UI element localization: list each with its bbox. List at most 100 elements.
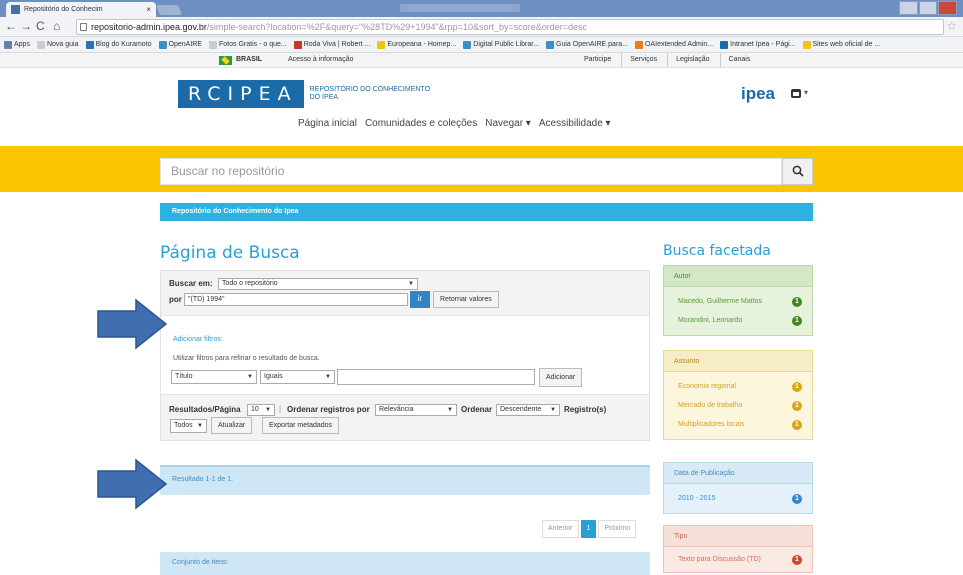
- facet-item[interactable]: Multiplicadores locais 1: [664, 415, 812, 434]
- gov-link-legislacao[interactable]: Legislação: [667, 53, 710, 67]
- add-filter-button[interactable]: Adicionar: [539, 368, 583, 387]
- search-scope-select[interactable]: Todo o repositório ▼: [218, 278, 418, 290]
- add-filters-link[interactable]: Adicionar filtros:: [173, 336, 223, 343]
- facet-group-title: Tipo: [663, 525, 813, 547]
- bookmark-item[interactable]: Apps: [4, 37, 30, 52]
- nav-browse[interactable]: Navegar ▾: [485, 118, 531, 129]
- records-label: Registro(s): [564, 405, 607, 414]
- order-value: Descendente: [500, 406, 542, 413]
- divider: |: [279, 404, 282, 413]
- gov-link-servicos[interactable]: Serviços: [621, 53, 657, 67]
- bookmark-icon: [802, 40, 811, 49]
- bookmark-item[interactable]: Digital Public Librar...: [463, 37, 539, 52]
- facet-item[interactable]: Morandini, Leonardo 1: [664, 311, 812, 330]
- facet-group: Autor Macedo, Guilherme Mattos 1 Morandini,…: [663, 265, 813, 336]
- forward-icon[interactable]: →: [20, 19, 32, 33]
- nav-home[interactable]: Página inicial: [298, 118, 357, 129]
- search-button[interactable]: [782, 158, 813, 185]
- close-window-button[interactable]: [938, 1, 958, 15]
- facet-count-badge: 1: [792, 420, 802, 430]
- facet-count-badge: 1: [792, 382, 802, 392]
- bookmark-item[interactable]: Europeana - Homep...: [377, 37, 456, 52]
- breadcrumb[interactable]: Repositório do Conhecimento do Ipea: [160, 203, 813, 221]
- reload-icon[interactable]: C: [36, 19, 45, 33]
- maximize-button[interactable]: [918, 1, 938, 15]
- close-tab-icon[interactable]: ×: [146, 2, 151, 17]
- annotation-arrow-icon: [97, 458, 168, 510]
- sort-by-value: Relevância: [379, 406, 414, 413]
- user-menu-icon[interactable]: [791, 89, 801, 98]
- chevron-down-icon: ▼: [247, 374, 253, 380]
- url-input[interactable]: repositorio-admin.ipea.gov.br/simple-sea…: [76, 19, 944, 35]
- back-icon[interactable]: ←: [5, 19, 17, 33]
- gov-brasil-link[interactable]: BRASIL: [236, 53, 262, 67]
- bookmark-item[interactable]: Intranet Ipea - Pági...: [720, 37, 796, 52]
- bookmark-icon: [36, 40, 45, 49]
- page-1-button[interactable]: 1: [580, 520, 597, 538]
- facet-group-title: Assunto: [663, 350, 813, 372]
- chevron-down-icon: ▼: [325, 374, 331, 380]
- facet-count-badge: 1: [792, 401, 802, 411]
- next-page-button[interactable]: Próximo: [598, 520, 637, 538]
- filter-field-select[interactable]: Título ▼: [171, 370, 257, 384]
- nav-accessibility[interactable]: Acessibilidade ▾: [539, 118, 611, 129]
- gov-link-participe[interactable]: Participe: [584, 53, 611, 67]
- repository-logo[interactable]: RCIPEA REPOSITÓRIO DO CONHECIMENTO DO IP…: [178, 80, 430, 108]
- pagination: Anterior 1 Próximo: [542, 520, 637, 538]
- facet-item[interactable]: Economia regional 1: [664, 377, 812, 396]
- facet-group-title: Autor: [663, 265, 813, 287]
- chevron-down-icon[interactable]: ▾: [804, 88, 808, 97]
- records-select[interactable]: Todos ▼: [170, 419, 207, 433]
- query-input[interactable]: "(TD) 1994": [184, 293, 408, 306]
- reset-values-button[interactable]: Retornar valores: [433, 291, 499, 308]
- bookmark-item[interactable]: Sites web oficial de ...: [802, 37, 880, 52]
- search-form-panel: Buscar em: Todo o repositório ▼ por "(TD)…: [160, 270, 650, 441]
- bookmark-icon: [85, 40, 94, 49]
- bookmark-item[interactable]: OpenAIRE: [158, 37, 202, 52]
- facet-group: Assunto Economia regional 1 Mercado de trab…: [663, 350, 813, 440]
- sort-by-select[interactable]: Relevância ▼: [375, 404, 457, 416]
- export-metadata-button[interactable]: Exportar metadados: [262, 417, 340, 434]
- bookmark-label: Europeana - Homep...: [387, 41, 457, 48]
- page-info-icon: [80, 23, 87, 31]
- order-select[interactable]: Descendente ▼: [496, 404, 560, 416]
- new-tab-button[interactable]: [156, 5, 182, 15]
- bookmark-star-icon[interactable]: ☆: [946, 19, 957, 33]
- bookmark-label: Digital Public Librar...: [473, 41, 540, 48]
- gov-link-canais[interactable]: Canais: [719, 53, 750, 67]
- repository-search-input[interactable]: Buscar no repositório: [160, 158, 782, 185]
- results-per-page-value: 10: [251, 406, 259, 413]
- filter-operator-select[interactable]: Iguais ▼: [260, 370, 335, 384]
- minimize-button[interactable]: [899, 1, 918, 15]
- update-button[interactable]: Atualizar: [211, 417, 253, 434]
- facet-item[interactable]: Texto para Discussão (TD) 1: [664, 550, 812, 569]
- gov-links: Participe Serviços Legislação Canais: [584, 53, 750, 67]
- filter-value-input[interactable]: [337, 369, 535, 385]
- go-button[interactable]: ir: [410, 291, 430, 308]
- facet-item[interactable]: 2010 - 2015 1: [664, 489, 812, 508]
- browser-tab[interactable]: Repositório do Conhecim ×: [6, 2, 156, 17]
- bookmark-item[interactable]: Nova guia: [36, 37, 79, 52]
- filter-field-value: Título: [175, 373, 193, 380]
- facet-item[interactable]: Mercado de trabalho 1: [664, 396, 812, 415]
- nav-communities[interactable]: Comunidades e coleções: [365, 118, 477, 129]
- facets-title: Busca facetada: [663, 243, 771, 259]
- chevron-down-icon: ▼: [408, 281, 414, 287]
- search-form-top: Buscar em: Todo o repositório ▼ por "(TD)…: [161, 271, 649, 316]
- bookmark-item[interactable]: Fotos Gratis - o que...: [209, 37, 287, 52]
- previous-page-button[interactable]: Anterior: [542, 520, 579, 538]
- results-per-page-select[interactable]: 10 ▼: [247, 404, 275, 416]
- window-title: [400, 4, 520, 12]
- facet-item[interactable]: Macedo, Guilherme Mattos 1: [664, 292, 812, 311]
- bookmark-item[interactable]: Blog do Kuramoto: [85, 37, 152, 52]
- facet-count-badge: 1: [792, 297, 802, 307]
- main-navigation: Página inicial Comunidades e coleções Na…: [298, 118, 611, 129]
- bookmark-item[interactable]: Roda Viva | Robert ...: [293, 37, 370, 52]
- ipea-logo[interactable]: ipea: [741, 84, 775, 104]
- home-icon[interactable]: ⌂: [53, 19, 60, 33]
- bookmark-item[interactable]: Guia OpenAIRE para...: [546, 37, 628, 52]
- bookmark-item[interactable]: OAIextended Admin...: [635, 37, 713, 52]
- gov-info-link[interactable]: Acesso à informação: [288, 53, 353, 67]
- sort-by-label: Ordenar registros por: [287, 405, 370, 414]
- facet-item-label: Macedo, Guilherme Mattos: [678, 298, 763, 305]
